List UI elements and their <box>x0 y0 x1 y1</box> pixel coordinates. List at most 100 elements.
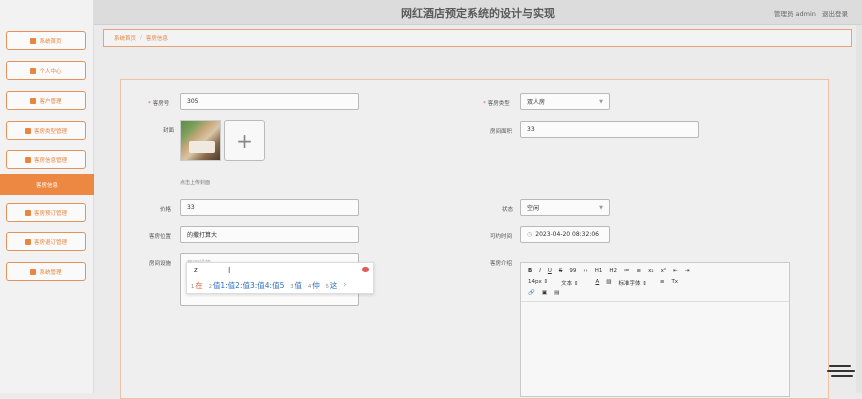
underline-button[interactable]: U <box>548 268 552 274</box>
grid-icon <box>24 156 31 163</box>
bullet-list-button[interactable]: ≡ <box>637 268 642 274</box>
editor-toolbar-row1: B I U S 99 ‹› H1 H2 ≔ ≡ x₂ x² ⇤ ⇥ <box>528 268 689 274</box>
italic-button[interactable]: I <box>539 268 541 274</box>
h1-button[interactable]: H1 <box>595 268 603 274</box>
align-icon[interactable]: ≡ <box>660 279 665 287</box>
logout-link[interactable]: 退出登录 <box>822 10 848 18</box>
ime-candidate[interactable]: 1在 <box>191 280 203 291</box>
clock-icon: ◷ <box>527 231 533 238</box>
ime-candidate[interactable]: 2值1:值2:值3:值4:值5 <box>209 280 285 291</box>
superscript-button[interactable]: x² <box>661 268 666 274</box>
sidebar-item-bookings[interactable]: 客房预订管理 <box>6 203 86 222</box>
watermark-logo-icon <box>827 365 855 377</box>
outdent-button[interactable]: ⇤ <box>673 268 678 274</box>
sidebar-item-label: 客房信息 <box>35 182 58 189</box>
sidebar: 系统首页 个人中心 客户管理 客房类型管理 客房信息管理 客房信息 客房预订管理… <box>0 0 94 393</box>
ime-candidate[interactable]: 4仲 <box>308 280 320 291</box>
room-type-label: * 客房类型 <box>483 101 510 107</box>
user-icon <box>30 67 37 74</box>
font-family-select[interactable]: 标准字体 ⇕ <box>618 279 646 287</box>
quote-button[interactable]: 99 <box>569 268 576 274</box>
editor-toolbar-row2: 14px ⇕ 文本 ⇕ A ▨ 标准字体 ⇕ ≡ Tx <box>528 279 678 287</box>
room-type-value: 双人房 <box>527 99 546 106</box>
user-name: 管理员 admin <box>773 10 816 18</box>
ime-candidate[interactable]: 5这 <box>326 280 338 291</box>
chevron-down-icon: ▼ <box>599 99 603 105</box>
highlight-icon[interactable]: ▨ <box>606 279 611 287</box>
ime-candidates: 1在 2值1:值2:值3:值4:值5 3值 4仲 5这 › <box>191 280 346 291</box>
ordered-list-button[interactable]: ≔ <box>624 268 630 274</box>
h2-button[interactable]: H2 <box>609 268 617 274</box>
home-icon <box>30 37 37 44</box>
sidebar-item-label: 客房信息管理 <box>33 157 67 164</box>
rich-text-editor[interactable]: B I U S 99 ‹› H1 H2 ≔ ≡ x₂ x² ⇤ ⇥ 14px ⇕… <box>520 262 790 397</box>
area-label: 房间面积 <box>490 129 513 135</box>
room-no-input[interactable]: 305 <box>180 93 359 110</box>
text-style-select[interactable]: 文本 ⇕ <box>561 279 578 287</box>
breadcrumb-current: 客房信息 <box>145 36 168 42</box>
sidebar-item-home[interactable]: 系统首页 <box>6 31 86 50</box>
facilities-label: 房间设施 <box>149 261 172 267</box>
sidebar-item-label: 客房预订管理 <box>33 210 67 217</box>
grid-icon <box>24 238 31 245</box>
ime-typed-text: z <box>194 266 198 274</box>
room-type-select[interactable]: 双人房 ▼ <box>520 93 610 110</box>
bookable-time-input[interactable]: ◷ 2023-04-20 08:32:06 <box>520 226 610 243</box>
sidebar-item-cancellations[interactable]: 客房退订管理 <box>6 232 86 251</box>
page-scrollbar[interactable] <box>856 25 862 393</box>
topbar: 网红酒店预定系统的设计与实现 管理员 admin 退出登录 <box>94 0 862 25</box>
sidebar-item-system[interactable]: 系统管理 <box>6 262 86 281</box>
breadcrumb-home[interactable]: 系统首页 <box>114 34 136 42</box>
upload-hint: 点击上传封面 <box>180 180 211 186</box>
bookable-time-value: 2023-04-20 08:32:06 <box>535 231 599 238</box>
price-input[interactable]: 33 <box>180 199 359 216</box>
sidebar-item-label: 系统管理 <box>39 269 62 276</box>
sidebar-item-room-info-mgmt[interactable]: 客房信息管理 <box>6 150 86 169</box>
sidebar-item-profile[interactable]: 个人中心 <box>6 61 86 80</box>
location-input[interactable]: 的撒打算大 <box>180 226 359 243</box>
status-value: 空闲 <box>527 205 540 212</box>
sidebar-item-label: 系统首页 <box>39 38 62 45</box>
sidebar-item-room-info[interactable]: 客房信息 <box>0 174 94 195</box>
room-no-label: * 客房号 <box>148 101 170 107</box>
editor-content-area[interactable] <box>521 301 789 396</box>
font-color-button[interactable]: A <box>595 279 599 287</box>
area-input[interactable]: 33 <box>520 121 699 138</box>
status-label: 状态 <box>502 207 514 213</box>
indent-button[interactable]: ⇥ <box>685 268 690 274</box>
sidebar-item-label: 客户管理 <box>39 98 62 105</box>
subscript-button[interactable]: x₂ <box>648 268 653 274</box>
ime-next-page[interactable]: › <box>343 280 346 291</box>
font-size-select[interactable]: 14px ⇕ <box>528 279 548 287</box>
editor-toolbar-row3: 🔗 ▣ ▤ <box>528 290 559 296</box>
ime-candidate-window: z I 1在 2值1:值2:值3:值4:值5 3值 4仲 5这 › <box>186 262 374 294</box>
upload-button[interactable]: + <box>224 120 265 161</box>
clean-format-button[interactable]: Tx <box>671 279 678 287</box>
grid-icon <box>24 127 31 134</box>
ime-status-icon <box>362 267 369 272</box>
bookable-time-label: 可约时间 <box>490 234 513 240</box>
grid-icon <box>24 209 31 216</box>
sidebar-item-label: 客房退订管理 <box>33 239 67 246</box>
link-icon[interactable]: 🔗 <box>528 290 535 296</box>
image-icon[interactable]: ▣ <box>542 290 547 296</box>
chevron-down-icon: ▼ <box>599 205 603 211</box>
location-label: 客房位置 <box>149 234 172 240</box>
cover-image[interactable] <box>180 120 221 161</box>
sidebar-item-label: 客房类型管理 <box>33 128 67 135</box>
sidebar-item-customers[interactable]: 客户管理 <box>6 91 86 110</box>
strike-button[interactable]: S <box>559 268 563 274</box>
price-label: 价格 <box>160 207 172 213</box>
sidebar-item-room-types[interactable]: 客房类型管理 <box>6 121 86 140</box>
user-menu: 管理员 admin 退出登录 <box>774 8 848 18</box>
sidebar-item-label: 个人中心 <box>39 68 62 75</box>
status-select[interactable]: 空闲 ▼ <box>520 199 610 216</box>
ime-candidate[interactable]: 3值 <box>290 280 302 291</box>
video-icon[interactable]: ▤ <box>554 290 559 296</box>
intro-label: 客房介绍 <box>490 261 513 267</box>
bold-button[interactable]: B <box>528 268 532 274</box>
breadcrumb-separator: / <box>140 35 142 41</box>
grid-icon <box>30 97 37 104</box>
code-button[interactable]: ‹› <box>583 268 587 274</box>
cover-label: 封面 <box>163 128 175 134</box>
